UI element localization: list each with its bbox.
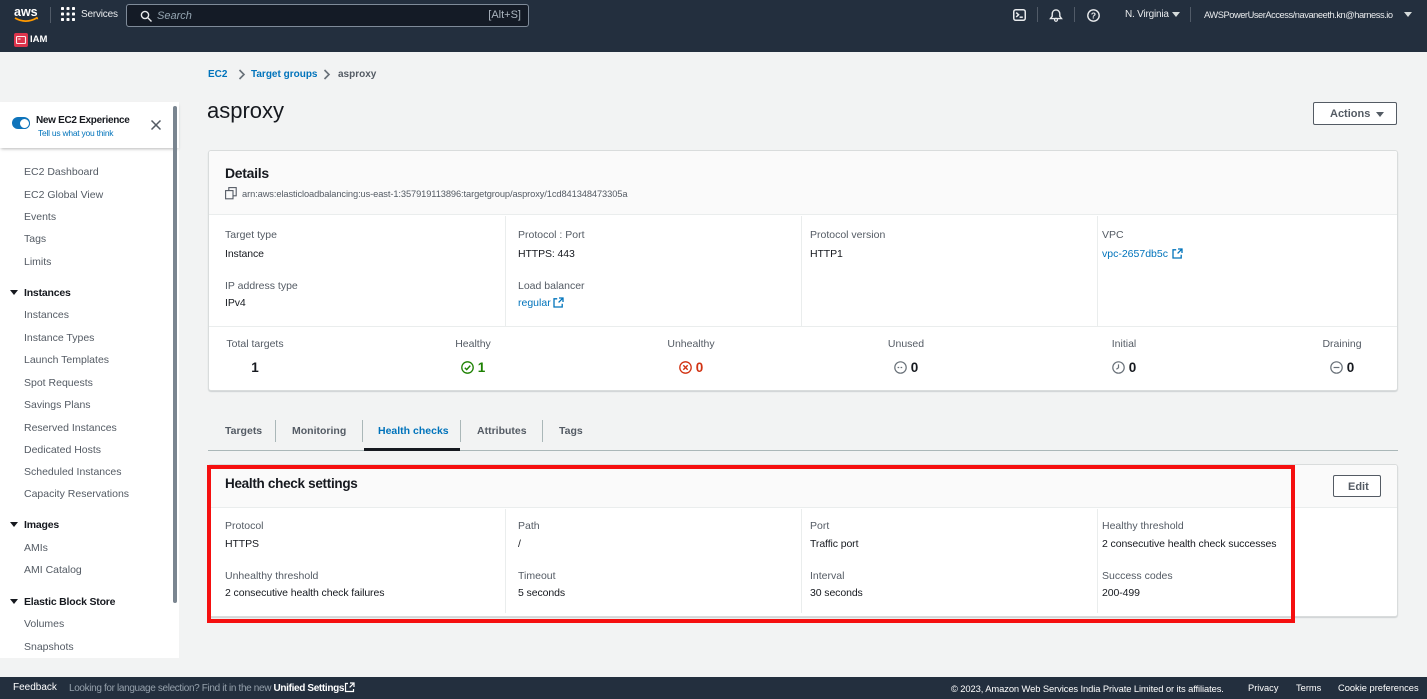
svg-text:aws: aws [14, 5, 38, 19]
svg-text:?: ? [1091, 11, 1096, 21]
